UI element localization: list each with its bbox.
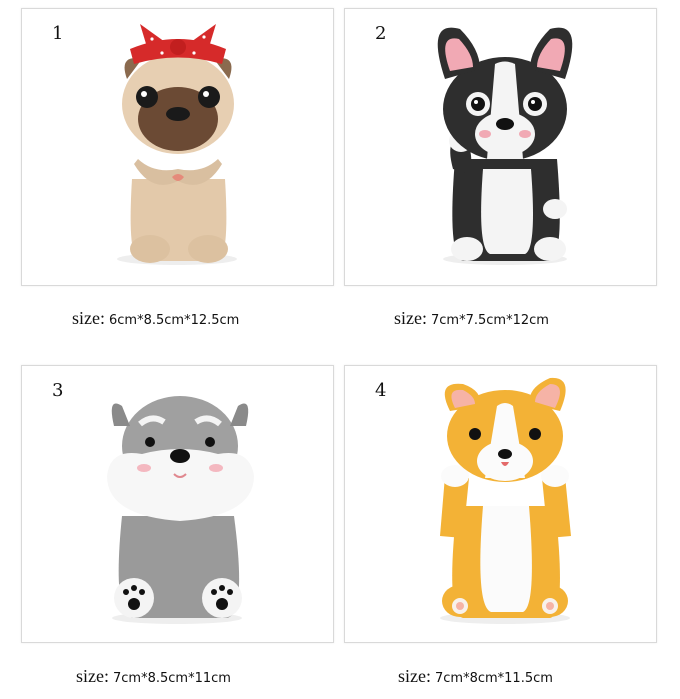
product-image-corgi: 4 [344, 365, 657, 643]
size-label: size: [76, 666, 109, 686]
corgi-figurine [440, 377, 571, 624]
size-label: size: [72, 308, 105, 328]
size-caption-4: size: 7cm*8cm*11.5cm [398, 666, 553, 687]
size-caption-3: size: 7cm*8.5cm*11cm [76, 666, 231, 687]
product-image-pug: 1 [21, 8, 334, 286]
size-value: 7cm*8cm*11.5cm [435, 671, 553, 686]
size-value: 6cm*8.5cm*12.5cm [109, 313, 240, 328]
size-value: 7cm*8.5cm*11cm [113, 671, 231, 686]
schnauzer-figurine [107, 396, 254, 624]
french-bulldog-figurine [437, 27, 573, 265]
size-caption-2: size: 7cm*7.5cm*12cm [394, 308, 549, 329]
size-value: 7cm*7.5cm*12cm [431, 313, 549, 328]
size-caption-1: size: 6cm*8.5cm*12.5cm [72, 308, 239, 329]
product-image-schnauzer: 3 [21, 365, 334, 643]
size-label: size: [398, 666, 431, 686]
size-label: size: [394, 308, 427, 328]
pug-figurine [117, 24, 237, 265]
product-image-french-bulldog: 2 [344, 8, 657, 286]
